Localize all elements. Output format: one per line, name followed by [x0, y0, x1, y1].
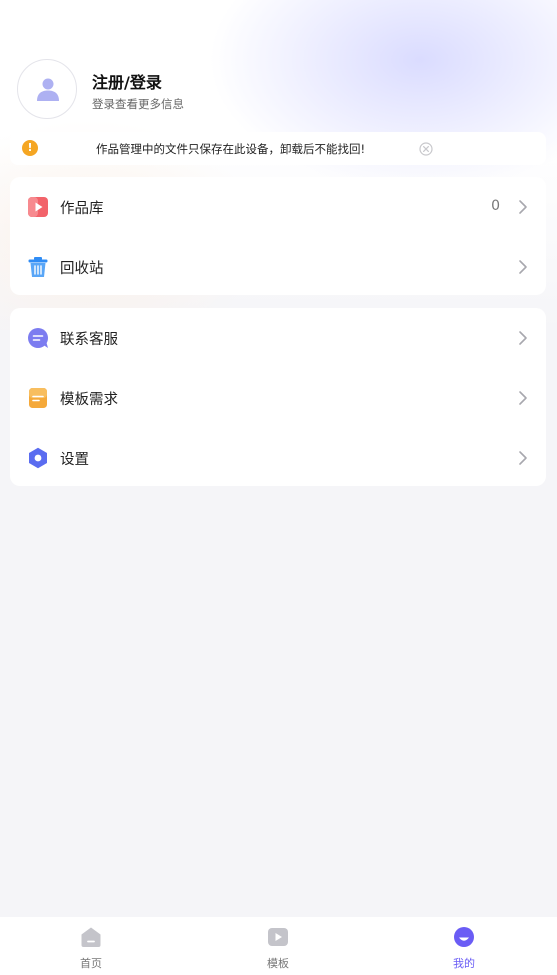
works-count: 0 — [491, 198, 500, 214]
chevron-right-icon — [519, 331, 527, 345]
menu-label: 设置 — [60, 452, 89, 468]
home-icon — [81, 927, 101, 947]
user-icon — [37, 78, 59, 101]
bottom-tab-bar: 首页 模板 我的 — [0, 917, 557, 975]
menu-item-template-request[interactable]: 模板需求 — [10, 368, 546, 428]
tab-templates[interactable]: 模板 — [218, 917, 338, 975]
chevron-right-icon — [519, 200, 527, 214]
menu-item-customer-service[interactable]: 联系客服 — [10, 308, 546, 368]
tab-label: 模板 — [267, 957, 289, 970]
hexagon-gear-icon — [29, 447, 47, 469]
profile-section[interactable]: 注册/登录 登录查看更多信息 — [17, 59, 417, 121]
play-square-icon — [28, 197, 48, 217]
login-title[interactable]: 注册/登录 — [92, 69, 162, 93]
chevron-right-icon — [519, 260, 527, 274]
chat-bubble-icon — [28, 328, 48, 348]
tab-home[interactable]: 首页 — [31, 917, 151, 975]
play-icon — [268, 928, 288, 946]
menu-label: 作品库 — [60, 201, 104, 217]
chevron-right-icon — [519, 391, 527, 405]
storage-notice: ! 作品管理中的文件只保存在此设备，卸载后不能找回! — [10, 132, 546, 165]
login-subtitle: 登录查看更多信息 — [92, 97, 184, 111]
menu-label: 联系客服 — [60, 332, 118, 348]
close-circle-icon[interactable] — [419, 142, 433, 156]
notice-text: 作品管理中的文件只保存在此设备，卸载后不能找回! — [96, 142, 366, 156]
document-icon — [29, 388, 47, 408]
trash-icon — [28, 257, 48, 277]
services-card: 联系客服 模板需求 设置 — [10, 308, 546, 486]
tab-mine[interactable]: 我的 — [404, 917, 524, 975]
menu-label: 模板需求 — [60, 392, 118, 408]
tab-label: 首页 — [80, 957, 102, 970]
menu-item-recycle-bin[interactable]: 回收站 — [10, 237, 546, 297]
warning-icon: ! — [22, 140, 38, 156]
menu-label: 回收站 — [60, 261, 104, 277]
works-card: 作品库 0 回收站 — [10, 177, 546, 295]
menu-item-settings[interactable]: 设置 — [10, 428, 546, 488]
menu-item-works[interactable]: 作品库 0 — [10, 177, 546, 237]
avatar[interactable] — [17, 59, 77, 119]
tab-label: 我的 — [453, 957, 475, 970]
smile-icon — [454, 927, 474, 947]
chevron-right-icon — [519, 451, 527, 465]
